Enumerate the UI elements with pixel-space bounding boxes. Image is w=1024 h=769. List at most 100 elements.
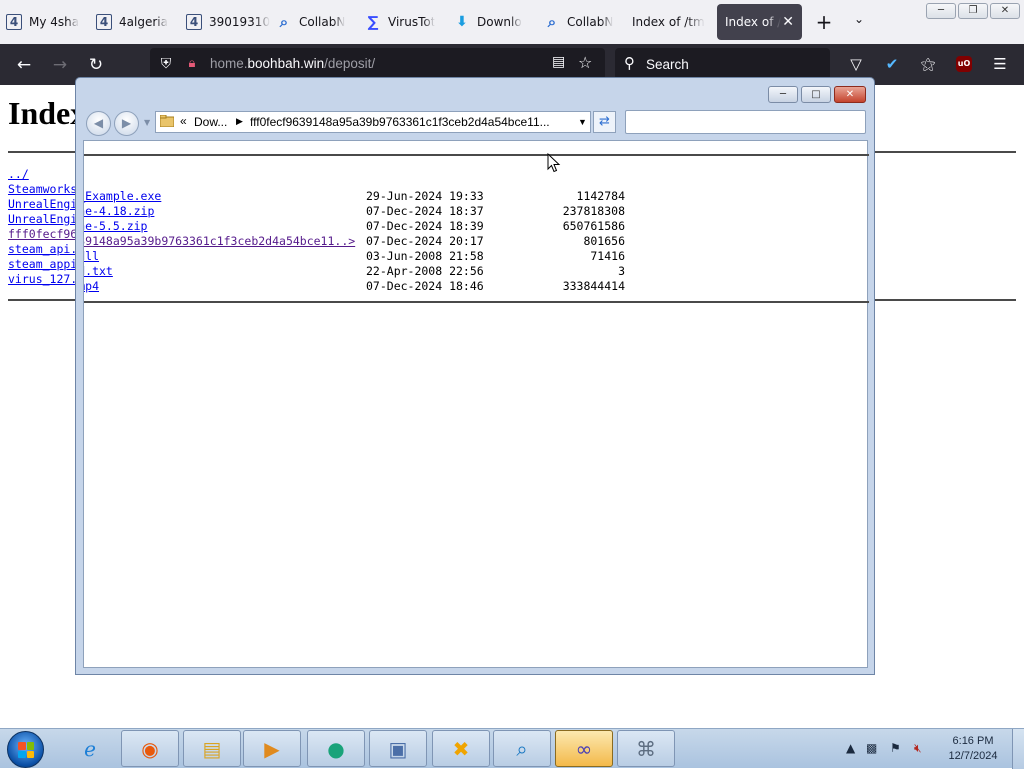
breadcrumb-separator-icon[interactable]: ▶ bbox=[236, 116, 243, 127]
clock-date: 12/7/2024 bbox=[948, 750, 998, 762]
file-row: UnrealEngine-4.18.zip07-Dec-2024 18:3723… bbox=[84, 204, 625, 219]
action-center-flag-icon[interactable]: ⚑ bbox=[890, 741, 901, 755]
explorer-address-bar[interactable]: « Dow... ▶ fff0fecf9639148a95a39b9763361… bbox=[155, 111, 591, 133]
restore-button[interactable]: ❐ bbox=[958, 3, 988, 19]
sigma-icon: ∑ bbox=[367, 13, 379, 31]
file-row: Steamworks_Example.exe29-Jun-2024 19:331… bbox=[84, 189, 625, 204]
new-tab-button[interactable]: + bbox=[812, 10, 836, 34]
taskbar-installer-button[interactable]: ▣ bbox=[369, 730, 427, 767]
explorer-back-icon[interactable]: ◀ bbox=[86, 111, 111, 136]
tab-9[interactable]: Index of / ✕ bbox=[717, 4, 802, 40]
url-text[interactable]: home.boohbah.win/deposit/ bbox=[210, 56, 375, 71]
tab-title: 39019310 bbox=[209, 15, 270, 29]
search-tool-icon: ⌕ bbox=[516, 736, 528, 761]
file-size: 1142784 bbox=[576, 189, 625, 203]
minimize-button[interactable]: ─ bbox=[926, 3, 956, 19]
taskbar: ℯ ◉ ▤ ▶ ● ▣ ✖ ⌕ ∞ ⌘ ▲ ▩ ⚑ 🔇︎ 6:16 PM 12/7/2024 bbox=[0, 728, 1024, 769]
file-size: 801656 bbox=[583, 234, 625, 248]
search-icon: ⚲ bbox=[624, 54, 635, 72]
ublock-origin-icon[interactable]: uO bbox=[956, 56, 972, 72]
recent-pages-chevron-icon[interactable]: ▼ bbox=[144, 118, 150, 127]
show-desktop-button[interactable] bbox=[1012, 729, 1024, 769]
taskbar-firefox-button[interactable]: ◉ bbox=[121, 730, 179, 767]
reader-view-icon[interactable]: ▤ bbox=[552, 54, 565, 70]
download-arrow-icon: ⬇ bbox=[456, 14, 468, 30]
explorer-search-input[interactable] bbox=[625, 110, 866, 134]
network-icon[interactable]: ▩ bbox=[866, 741, 877, 755]
tab-title: VirusTot bbox=[388, 15, 436, 29]
file-date: 29-Jun-2024 19:33 bbox=[366, 189, 484, 203]
url-bar[interactable]: ⛨ 🔒︎ home.boohbah.win/deposit/ ▤ ☆ bbox=[150, 48, 605, 80]
explorer-forward-icon[interactable]: ▶ bbox=[114, 111, 139, 136]
taskbar-media-player-button[interactable]: ▶ bbox=[243, 730, 301, 767]
explorer-maximize-button[interactable]: □ bbox=[801, 86, 831, 103]
tab-7[interactable]: ⌕ CollabN bbox=[544, 4, 628, 40]
file-row: fff0fecf9639148a95a39b9763361c1f3ceb2d4a… bbox=[84, 234, 625, 249]
tab-2[interactable]: 4 4algeria bbox=[96, 4, 180, 40]
hamburger-menu-icon[interactable]: ☰ bbox=[990, 54, 1010, 74]
tab-strip: 4 My 4sha 4 4algeria 4 39019310 ⌕ CollabN ∑ Virus… bbox=[0, 0, 1024, 44]
bookmark-star-icon[interactable]: ☆ bbox=[578, 53, 592, 72]
start-button[interactable] bbox=[7, 731, 44, 768]
account-check-icon[interactable]: ✔ bbox=[882, 54, 902, 74]
network-tool-icon: ⌘ bbox=[636, 736, 656, 761]
tracking-shield-icon[interactable]: ⛨ bbox=[156, 54, 176, 74]
taskbar-app-green-button[interactable]: ● bbox=[307, 730, 365, 767]
clock[interactable]: 6:16 PM 12/7/2024 bbox=[940, 734, 1006, 764]
file-size: 71416 bbox=[590, 249, 625, 263]
back-arrow-icon[interactable]: ← bbox=[12, 53, 36, 77]
explorer-minimize-button[interactable]: ─ bbox=[768, 86, 798, 103]
explorer-window[interactable]: ─ □ ✕ ◀ ▶ ▼ « Dow... ▶ fff0fecf9639148a9… bbox=[75, 77, 875, 675]
file-date: 22-Apr-2008 22:56 bbox=[366, 264, 484, 278]
x-tool-icon: ✖ bbox=[452, 736, 470, 761]
search-bar[interactable]: ⚲ Search bbox=[615, 48, 830, 80]
file-size: 3 bbox=[618, 264, 625, 278]
taskbar-app-x-button[interactable]: ✖ bbox=[432, 730, 490, 767]
close-tab-icon[interactable]: ✕ bbox=[782, 14, 794, 30]
refresh-icon[interactable]: ⇄ bbox=[593, 111, 616, 133]
tab-title: CollabN bbox=[299, 15, 346, 29]
taskbar-app-infinity-button[interactable]: ∞ bbox=[555, 730, 613, 767]
tab-8[interactable]: Index of /tm bbox=[632, 4, 712, 40]
breadcrumb-downloads[interactable]: Dow... bbox=[194, 115, 227, 129]
file-size: 333844414 bbox=[562, 279, 625, 293]
insecure-lock-icon[interactable]: 🔒︎ bbox=[182, 54, 202, 74]
tab-title: Index of / bbox=[725, 15, 782, 29]
taskbar-internet-explorer-button[interactable]: ℯ bbox=[61, 730, 119, 767]
file-date: 07-Dec-2024 18:46 bbox=[366, 279, 484, 293]
tab-title: Downlo bbox=[477, 15, 522, 29]
file-size: 650761586 bbox=[562, 219, 625, 233]
breadcrumb-overflow-icon[interactable]: « bbox=[180, 114, 187, 128]
tab-5[interactable]: ∑ VirusTot bbox=[365, 4, 449, 40]
extensions-puzzle-icon[interactable]: ⚝ bbox=[918, 54, 938, 74]
tab-4[interactable]: ⌕ CollabN bbox=[276, 4, 360, 40]
pocket-icon[interactable]: ▽ bbox=[846, 54, 866, 74]
address-dropdown-icon[interactable]: ▼ bbox=[578, 117, 587, 127]
forward-arrow-icon[interactable]: → bbox=[48, 53, 72, 77]
explorer-close-button[interactable]: ✕ bbox=[834, 86, 866, 103]
search-placeholder: Search bbox=[646, 57, 689, 72]
reload-icon[interactable]: ↻ bbox=[84, 53, 108, 77]
file-date: 07-Dec-2024 18:37 bbox=[366, 204, 484, 218]
explorer-content-pane[interactable]: ../ Steamworks_Example.exe29-Jun-2024 19… bbox=[83, 140, 869, 668]
taskbar-app-network-button[interactable]: ⌘ bbox=[617, 730, 675, 767]
tab-1[interactable]: 4 My 4sha bbox=[6, 4, 90, 40]
tab-title: CollabN bbox=[567, 15, 614, 29]
file-date: 07-Dec-2024 20:17 bbox=[366, 234, 484, 248]
list-all-tabs-chevron-icon[interactable]: ⌄ bbox=[854, 12, 864, 26]
four-icon: 4 bbox=[6, 14, 22, 30]
file-row: virus_127.mp407-Dec-2024 18:46333844414 bbox=[84, 279, 625, 294]
divider bbox=[84, 154, 869, 156]
file-row: steam_appid.txt22-Apr-2008 22:563 bbox=[84, 264, 625, 279]
volume-muted-icon[interactable]: 🔇︎ bbox=[914, 741, 922, 756]
firefox-icon: ◉ bbox=[141, 736, 159, 761]
breadcrumb-current-folder[interactable]: fff0fecf9639148a95a39b9763361c1f3ceb2d4a… bbox=[250, 115, 550, 129]
ie-icon: ℯ bbox=[84, 736, 96, 761]
taskbar-app-search-button[interactable]: ⌕ bbox=[493, 730, 551, 767]
taskbar-explorer-button[interactable]: ▤ bbox=[183, 730, 241, 767]
show-hidden-icons-icon[interactable]: ▲ bbox=[846, 741, 855, 755]
tab-title: 4algeria bbox=[119, 15, 168, 29]
tab-6[interactable]: ⬇ Downlo bbox=[454, 4, 538, 40]
close-window-button[interactable]: ✕ bbox=[990, 3, 1020, 19]
tab-3[interactable]: 4 39019310 bbox=[186, 4, 270, 40]
